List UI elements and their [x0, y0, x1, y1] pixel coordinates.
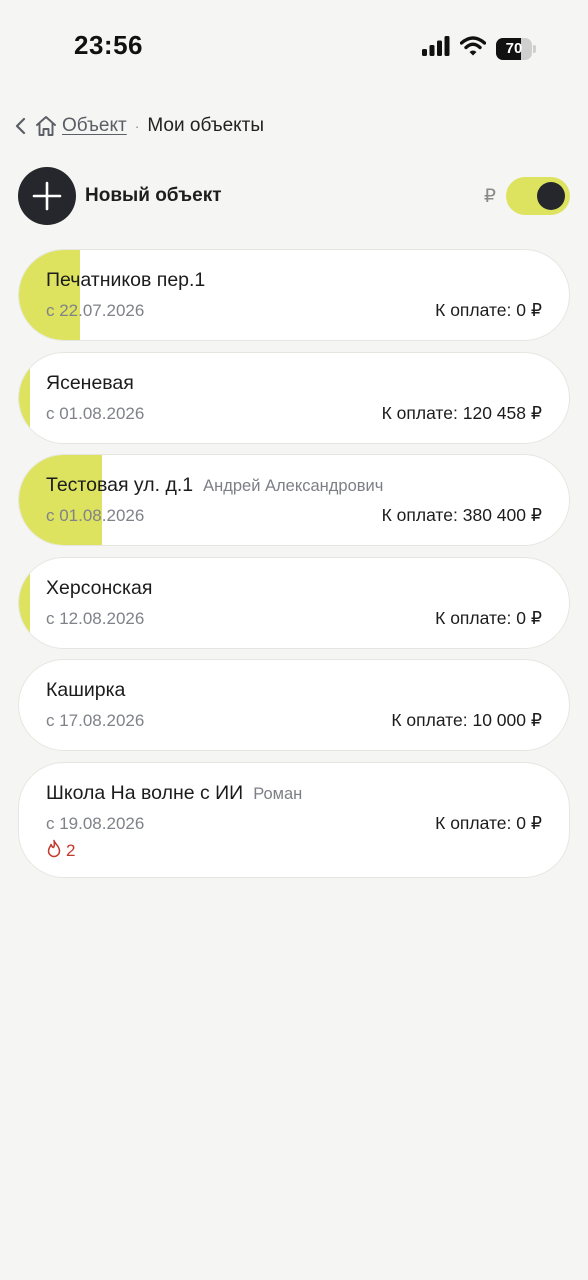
payment-label: К оплате: [435, 300, 512, 320]
home-icon[interactable] [34, 113, 60, 139]
new-object-label: Новый объект [85, 185, 222, 206]
cellular-signal-icon [422, 36, 450, 61]
object-card[interactable]: Печатников пер.1 с 22.07.2026 К оплате: … [18, 249, 570, 341]
payment-label: К оплате: [391, 710, 468, 730]
payment-label: К оплате: [435, 812, 512, 833]
payment-value: 0 ₽ [516, 607, 542, 628]
card-title: Херсонская [46, 576, 153, 599]
wifi-icon [459, 36, 487, 61]
breadcrumb-link-object[interactable]: Объект [62, 115, 127, 137]
card-progress-fill [19, 352, 30, 443]
card-payment: К оплате: 10 000 ₽ [391, 710, 542, 731]
card-progress-fill [19, 250, 80, 340]
object-card[interactable]: Каширка с 17.08.2026 К оплате: 10 000 ₽ [18, 659, 570, 751]
payment-label: К оплате: [381, 402, 458, 423]
toggle-knob [537, 182, 565, 210]
card-title-row: Тестовая ул. д.1 Андрей Александрович [46, 474, 383, 497]
object-card[interactable]: Школа На волне с ИИ Роман с 19.08.2026 К… [18, 761, 570, 878]
object-list: Печатников пер.1 с 22.07.2026 К оплате: … [18, 249, 570, 888]
object-card[interactable]: Тестовая ул. д.1 Андрей Александрович с … [18, 454, 570, 546]
ruble-icon: ₽ [483, 185, 496, 207]
plus-icon[interactable] [18, 167, 76, 225]
card-title-row: Печатников пер.1 [46, 269, 205, 292]
card-title: Ясеневая [46, 371, 134, 394]
currency-toggle-group: ₽ [484, 177, 570, 215]
card-date: с 01.08.2026 [46, 506, 145, 525]
card-date: с 12.08.2026 [46, 608, 145, 628]
new-object-button[interactable]: Новый объект [18, 167, 222, 225]
card-title: Печатников пер.1 [46, 269, 206, 291]
breadcrumb-current: Мои объекты [147, 115, 265, 136]
payment-value: 380 400 ₽ [462, 505, 542, 525]
currency-toggle[interactable] [506, 177, 570, 215]
card-title: Школа На волне с ИИ [46, 781, 244, 804]
toolbar: Новый объект ₽ [18, 166, 570, 226]
card-title-row: Школа На волне с ИИ Роман [46, 782, 302, 805]
status-time: 23:56 [74, 30, 143, 60]
card-date: с 17.08.2026 [46, 711, 145, 730]
card-date: с 22.07.2026 [46, 301, 145, 320]
card-payment: К оплате: 0 ₽ [435, 608, 542, 629]
object-card[interactable]: Херсонская с 12.08.2026 К оплате: 0 ₽ [18, 556, 570, 649]
battery-icon: 70 [496, 37, 532, 60]
fire-icon [46, 839, 62, 863]
card-title-row: Херсонская [46, 577, 152, 600]
status-bar: 23:56 70 [0, 0, 588, 96]
payment-value: 0 ₽ [516, 812, 542, 833]
card-owner: Роман [253, 784, 303, 803]
alert-count: 2 [66, 840, 76, 860]
status-icons: 70 [422, 36, 536, 61]
card-payment: К оплате: 380 400 ₽ [382, 505, 542, 526]
card-owner: Андрей Александрович [203, 477, 384, 495]
card-title-row: Ясеневая [46, 372, 134, 395]
battery-level-text: 70 [505, 40, 523, 57]
battery-nub [533, 44, 536, 53]
card-title: Каширка [46, 679, 126, 701]
card-date: с 01.08.2026 [46, 403, 145, 423]
card-payment: К оплате: 0 ₽ [435, 813, 542, 834]
card-progress-fill [19, 557, 30, 648]
payment-label: К оплате: [435, 607, 512, 628]
object-card[interactable]: Ясеневая с 01.08.2026 К оплате: 120 458 … [18, 351, 570, 444]
card-progress-fill [19, 455, 102, 545]
card-alert: 2 [46, 839, 75, 863]
payment-value: 10 000 ₽ [472, 710, 542, 730]
payment-value: 120 458 ₽ [462, 402, 542, 423]
card-title: Тестовая ул. д.1 [46, 474, 194, 496]
card-payment: К оплате: 120 458 ₽ [382, 403, 542, 424]
card-title-row: Каширка [46, 679, 125, 702]
breadcrumb-separator: · [134, 118, 140, 134]
card-date: с 19.08.2026 [46, 813, 145, 833]
payment-value: 0 ₽ [516, 300, 542, 320]
payment-label: К оплате: [381, 505, 458, 525]
card-payment: К оплате: 0 ₽ [435, 300, 542, 321]
breadcrumb: Объект · Мои объекты [14, 112, 264, 140]
back-chevron-icon[interactable] [14, 115, 30, 137]
